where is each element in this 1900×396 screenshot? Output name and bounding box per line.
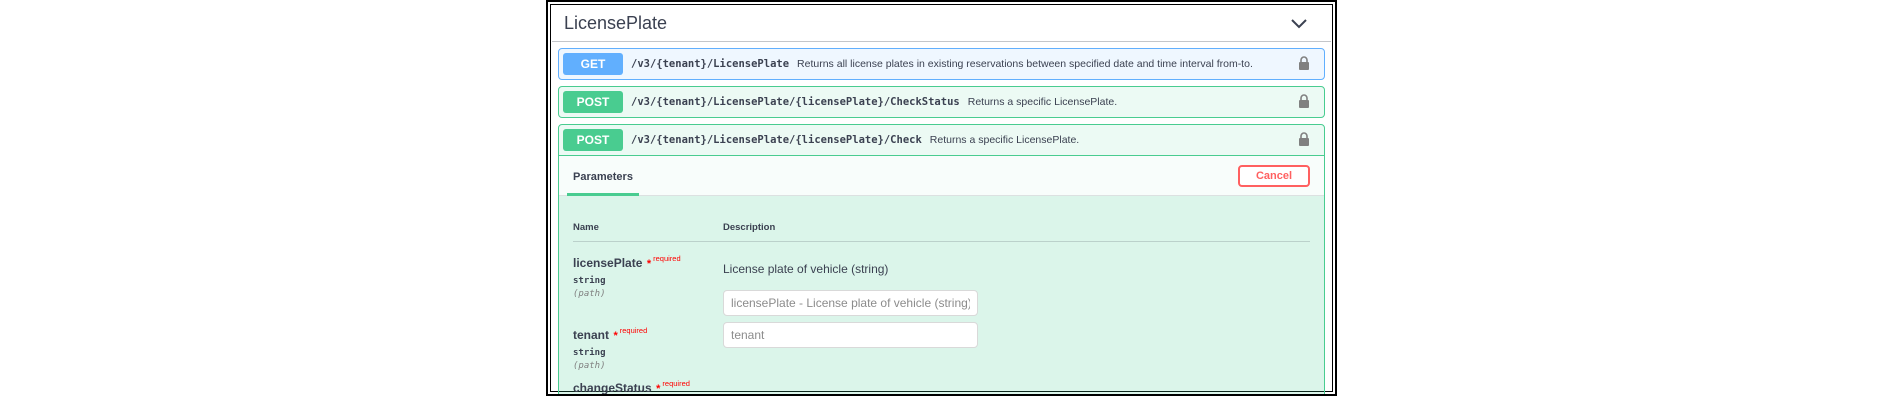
method-badge: GET [563,53,623,75]
parameters-header: Parameters Cancel [559,156,1324,196]
operation-description: Returns all license plates in existing r… [797,58,1253,70]
param-location: (path) [573,289,606,299]
method-badge: POST [563,91,623,113]
tab-parameters[interactable]: Parameters [567,171,639,196]
operation-path: /v3/{tenant}/LicensePlate [631,58,790,70]
operation-get-licenseplate[interactable]: GET /v3/{tenant}/LicensePlate Returns al… [558,48,1325,80]
param-description: License plate of vehicle (string) [723,262,889,276]
required-star: * [656,383,661,395]
method-badge: POST [563,129,623,151]
operation-path: /v3/{tenant}/LicensePlate/{licensePlate}… [631,134,922,146]
operation-path: /v3/{tenant}/LicensePlate/{licensePlate}… [631,96,960,108]
column-description-header: Description [723,222,776,233]
tenant-input[interactable] [723,322,978,348]
operation-description: Returns a specific LicensePlate. [967,96,1118,108]
param-description-cell [723,322,978,371]
lock-icon[interactable] [1298,56,1310,70]
param-type: string [573,348,606,358]
param-location: (path) [573,361,606,371]
table-header: Name Description [573,196,1310,242]
operation-body: Parameters Cancel Name Description licen… [559,155,1324,395]
section-title: LicensePlate [564,13,668,33]
param-name-cell: tenant * required string (path) [573,326,723,371]
chevron-down-icon[interactable] [1291,18,1307,29]
table-row: licensePlate * required string (path) Lic… [573,242,1310,316]
required-star: * [646,258,652,270]
table-row: tenant * required string (path) [573,316,1310,371]
licenseplate-input[interactable] [723,290,978,316]
param-name: licensePlate [573,256,643,270]
lock-icon[interactable] [1298,94,1310,108]
param-type: string [573,276,606,286]
cancel-button[interactable]: Cancel [1238,165,1310,187]
param-name: changeStatus [573,381,652,395]
parameters-table: Name Description licensePlate * required … [559,196,1324,395]
table-row: changeStatus * required [573,371,1310,395]
param-name-cell: changeStatus * required [573,379,723,395]
lock-icon[interactable] [1298,132,1310,146]
operation-post-checkstatus[interactable]: POST /v3/{tenant}/LicensePlate/{licenseP… [558,86,1325,118]
param-name-cell: licensePlate * required string (path) [573,254,723,316]
required-label: required [619,326,648,335]
param-name: tenant [573,328,609,342]
operation-description: Returns a specific LicensePlate. [929,134,1080,146]
required-star: * [613,330,618,342]
section-header[interactable]: LicensePlate [552,6,1331,42]
swagger-window: LicensePlate GET /v3/{tenant}/LicensePla… [546,0,1337,396]
operation-summary[interactable]: POST /v3/{tenant}/LicensePlate/{licenseP… [559,125,1324,155]
required-label: required [662,379,690,388]
operation-post-check: POST /v3/{tenant}/LicensePlate/{licenseP… [558,124,1325,395]
column-name-header: Name [573,222,599,233]
param-description-cell: License plate of vehicle (string) [723,254,978,316]
required-label: required [653,254,681,263]
